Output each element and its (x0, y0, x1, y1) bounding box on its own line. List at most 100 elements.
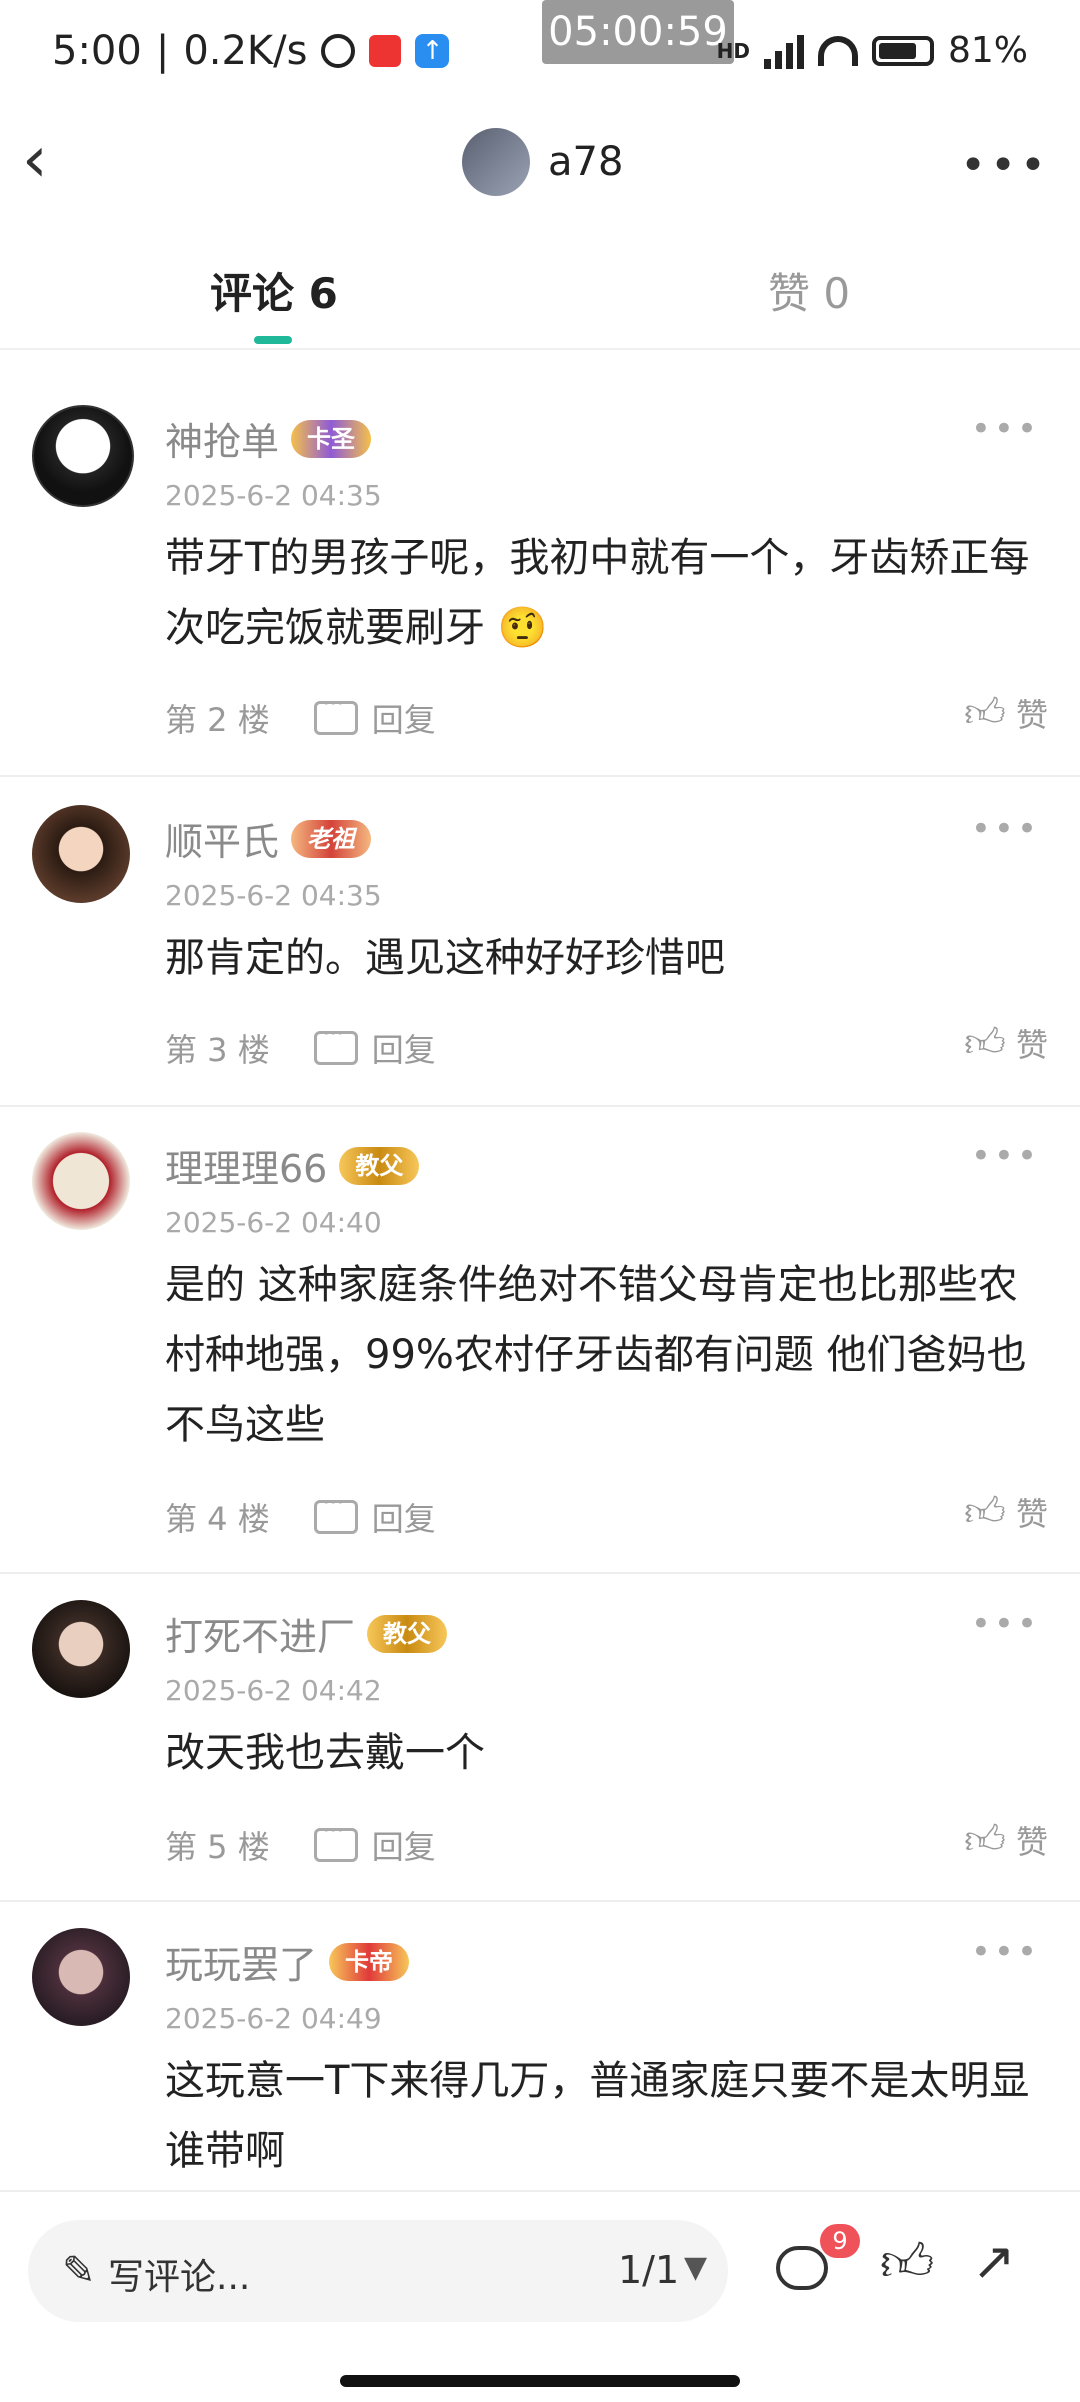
floor-label: 第 2 楼 (165, 701, 270, 739)
comment-footer: 第 5 楼 回复 (165, 1819, 436, 1868)
like-label: 赞 (1015, 1026, 1048, 1064)
more-options-icon[interactable]: ••• (971, 809, 1040, 849)
floor-label: 第 3 楼 (165, 1031, 270, 1069)
list-item: 理理理66 教父 ••• 2025-6-2 04:40 是的 这种家庭条件绝对不… (0, 1132, 1080, 1574)
thumbs-up-icon: 👍︎ (964, 690, 1006, 736)
bottom-bar: ✎ 写评论... 1/1 ▼ 9 👍︎ ↗ (0, 2190, 1080, 2402)
comment-time: 2025-6-2 04:49 (165, 2002, 382, 2035)
list-item: 打死不进厂 教父 ••• 2025-6-2 04:42 改天我也去戴一个 第 5… (0, 1600, 1080, 1902)
more-options-icon[interactable]: ••• (971, 1932, 1040, 1972)
chevron-left-icon[interactable]: ‹ (22, 128, 82, 192)
user-badge: 教父 (339, 1146, 420, 1185)
floor-label: 第 4 楼 (165, 1500, 270, 1538)
reply-icon[interactable] (313, 1819, 358, 1862)
user-badge: 教父 (367, 1614, 448, 1653)
tab-active-indicator (254, 336, 292, 344)
comment-text: 带牙T的男孩子呢，我初中就有一个，牙齿矫正每次吃完饭就要刷牙 🤨 (165, 535, 1030, 651)
status-time: 5:00 (52, 28, 142, 74)
list-item: 顺平氏 老祖 ••• 2025-6-2 04:35 那肯定的。遇见这种好好珍惜吧… (0, 805, 1080, 1107)
alarm-icon (321, 34, 356, 68)
caret-down-icon[interactable]: ▼ (684, 2250, 707, 2285)
like-label: 赞 (1015, 1495, 1048, 1533)
list-item: 神抢单 卡圣 ••• 2025-6-2 04:35 带牙T的男孩子呢，我初中就有… (0, 405, 1080, 777)
reply-icon[interactable] (313, 1491, 358, 1534)
avatar[interactable] (32, 405, 134, 507)
wifi-icon (817, 35, 858, 66)
battery-icon (871, 35, 934, 66)
comment-username[interactable]: 顺平氏 老祖 (165, 811, 372, 866)
signal-icon (763, 33, 804, 69)
avatar[interactable] (32, 1600, 130, 1698)
page-indicator[interactable]: 1/1 (618, 2248, 679, 2292)
username-text: 打死不进厂 (165, 1615, 356, 1659)
more-options-icon[interactable]: ••• (960, 140, 1050, 191)
comment-time: 2025-6-2 04:35 (165, 479, 382, 512)
tab-bar: 评论 6 赞 0 (0, 240, 1080, 350)
list-item: 玩玩罢了 卡帝 ••• 2025-6-2 04:49 这玩意一T下来得几万，普通… (0, 1928, 1080, 2190)
user-badge: 老祖 (291, 819, 372, 858)
reply-button[interactable]: 回复 (372, 1025, 436, 1071)
comment-username[interactable]: 理理理66 教父 (165, 1138, 420, 1193)
tab-comments[interactable]: 评论 6 (210, 260, 338, 321)
header-username: a78 (548, 139, 624, 185)
reply-button[interactable]: 回复 (372, 1494, 436, 1540)
more-options-icon[interactable]: ••• (971, 1604, 1040, 1644)
more-options-icon[interactable]: ••• (971, 409, 1040, 449)
user-badge: 卡帝 (329, 1942, 410, 1981)
like-button[interactable]: 👍︎ 赞 (964, 1816, 1048, 1864)
header-user[interactable]: a78 (462, 128, 623, 196)
username-text: 玩玩罢了 (165, 1943, 318, 1987)
like-label: 赞 (1015, 1823, 1048, 1861)
status-bar: 5:00 | 0.2K/s ↑ 05:00:59 HD 81% (0, 0, 1080, 110)
comment-footer: 第 2 楼 回复 (165, 692, 436, 741)
comment-input[interactable]: ✎ 写评论... 1/1 ▼ (28, 2220, 728, 2322)
like-button[interactable]: 👍︎ 赞 (964, 1488, 1048, 1536)
user-badge: 卡圣 (291, 419, 372, 458)
reply-icon[interactable] (313, 692, 358, 735)
reply-icon[interactable] (313, 1022, 358, 1065)
avatar[interactable] (32, 805, 130, 903)
comment-text: 那肯定的。遇见这种好好珍惜吧 (165, 935, 725, 981)
avatar[interactable] (462, 128, 530, 196)
clock-overlay: 05:00:59 (542, 0, 734, 64)
avatar[interactable] (32, 1132, 130, 1230)
comment-text: 改天我也去戴一个 (165, 1730, 485, 1776)
comment-time: 2025-6-2 04:35 (165, 879, 382, 912)
tab-likes[interactable]: 赞 0 (768, 260, 850, 321)
like-button[interactable]: 👍︎ 赞 (964, 689, 1048, 737)
comment-footer: 第 4 楼 回复 (165, 1491, 436, 1540)
comment-icon[interactable] (776, 2246, 828, 2290)
thumbs-up-icon: 👍︎ (964, 1817, 1006, 1863)
comment-username[interactable]: 打死不进厂 教父 (165, 1606, 448, 1661)
reply-button[interactable]: 回复 (372, 1822, 436, 1868)
share-icon[interactable]: ↗ (972, 2232, 1016, 2292)
pencil-icon: ✎ (62, 2248, 96, 2294)
comment-time: 2025-6-2 04:40 (165, 1206, 382, 1239)
comment-placeholder: 写评论... (108, 2257, 251, 2298)
username-text: 理理理66 (165, 1147, 328, 1191)
thumbs-up-icon[interactable]: 👍︎ (880, 2232, 934, 2294)
comment-time: 2025-6-2 04:42 (165, 1674, 382, 1707)
comment-username[interactable]: 神抢单 卡圣 (165, 411, 372, 466)
status-left: 5:00 | 0.2K/s ↑ (52, 28, 450, 74)
thumbs-up-icon: 👍︎ (964, 1020, 1006, 1066)
comment-text: 这玩意一T下来得几万，普通家庭只要不是太明显谁带啊 (165, 2058, 1030, 2174)
floor-label: 第 5 楼 (165, 1828, 270, 1866)
more-options-icon[interactable]: ••• (971, 1136, 1040, 1176)
avatar[interactable] (32, 1928, 130, 2026)
username-text: 顺平氏 (165, 820, 280, 864)
status-right: HD 81% (717, 30, 1028, 71)
upload-icon: ↑ (415, 34, 450, 68)
comment-username[interactable]: 玩玩罢了 卡帝 (165, 1934, 410, 1989)
app-icon (369, 35, 402, 67)
hd-label: HD (716, 38, 750, 63)
net-speed: 0.2K/s (183, 28, 308, 74)
home-indicator (340, 2375, 740, 2387)
like-button[interactable]: 👍︎ 赞 (964, 1019, 1048, 1067)
reply-button[interactable]: 回复 (372, 695, 436, 741)
notification-badge: 9 (820, 2224, 860, 2258)
comment-text: 是的 这种家庭条件绝对不错父母肯定也比那些农村种地强，99%农村仔牙齿都有问题 … (165, 1262, 1027, 1448)
battery-percent: 81% (947, 30, 1028, 71)
comment-footer: 第 3 楼 回复 (165, 1022, 436, 1071)
top-nav: ‹ a78 ••• (0, 110, 1080, 210)
